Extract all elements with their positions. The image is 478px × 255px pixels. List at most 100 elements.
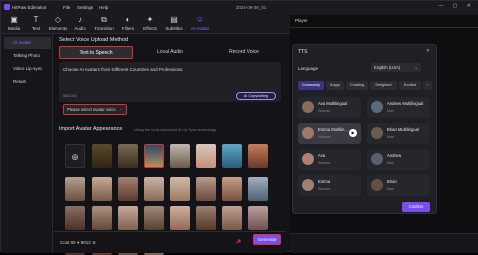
window-controls[interactable]: — ▢ ✕ bbox=[438, 3, 475, 9]
tool-media[interactable]: ▣ Media bbox=[3, 15, 25, 31]
tool-filters[interactable]: ◐ Filters bbox=[117, 15, 139, 31]
emotion-angry[interactable]: Angry bbox=[326, 81, 344, 90]
voice-option-emma-multilingual[interactable]: Emma Multilin... Woman ▶ bbox=[298, 123, 361, 144]
tab-record-voice[interactable]: Record Voice bbox=[207, 46, 281, 59]
import-subtitle: Using the most advanced AI Lip Sync tech… bbox=[134, 128, 217, 132]
tool-effects[interactable]: ✦ Effects bbox=[139, 15, 161, 31]
avatar-row2-2[interactable] bbox=[92, 177, 112, 201]
avatar-cartoon-girl[interactable] bbox=[248, 144, 268, 168]
voice-gender: Man bbox=[387, 187, 394, 191]
avatar-row3-4[interactable] bbox=[144, 206, 164, 230]
voice-method-tabs: Text to Speech Local Audio Record Voice bbox=[59, 46, 281, 59]
avatar-shakespeare[interactable] bbox=[118, 144, 138, 168]
voice-option-emma[interactable]: Emma Woman bbox=[298, 175, 361, 196]
voice-avatar bbox=[302, 179, 314, 191]
upload-avatar-button[interactable]: ⊕ bbox=[65, 144, 85, 168]
avatar-pearl-earring[interactable] bbox=[144, 144, 164, 168]
speech-text-input[interactable]: Choose AI Avatars from Different Countri… bbox=[59, 62, 281, 102]
emotion-excited[interactable]: Excited bbox=[399, 81, 421, 90]
voice-avatar bbox=[371, 101, 383, 113]
voice-name: Andrew bbox=[387, 153, 402, 158]
voice-option-brian[interactable]: Brian Man bbox=[367, 175, 430, 196]
cost-label: Cost bbox=[60, 240, 70, 245]
voice-avatar bbox=[371, 179, 383, 191]
avatar-row3-1[interactable] bbox=[65, 206, 85, 230]
credits-value: 9012 bbox=[80, 240, 91, 245]
generate-button[interactable]: Generate bbox=[253, 234, 281, 245]
media-icon: ▣ bbox=[10, 15, 18, 24]
avatar-row2-1[interactable] bbox=[65, 177, 85, 201]
sidebar-item-result[interactable]: Result bbox=[4, 76, 51, 88]
language-value: English (USA) bbox=[374, 65, 401, 70]
tool-ai-avatar[interactable]: ☺ AI Avatar bbox=[187, 15, 213, 31]
menu-file[interactable]: File bbox=[63, 5, 70, 10]
app-window: HitPaw Edimakor File Settings Help 2024-… bbox=[0, 0, 478, 255]
ai-avatar-icon: ☺ bbox=[195, 15, 205, 24]
voice-option-ava-multilingual[interactable]: Ava Multilingual Woman bbox=[298, 97, 361, 118]
tts-dialog: TTS ✕ Language English (USA) ⌄ Commonly … bbox=[292, 44, 437, 214]
tab-local-audio[interactable]: Local Audio bbox=[133, 46, 207, 59]
voice-option-brian-multilingual[interactable]: Brian Multilingual Man bbox=[367, 123, 430, 144]
credits-icon: ● bbox=[76, 240, 80, 245]
voice-gender: Woman bbox=[318, 135, 331, 139]
voice-option-ava[interactable]: Ava Woman bbox=[298, 149, 361, 170]
tool-audio-label: Audio bbox=[74, 26, 86, 31]
voice-option-andrew-multilingual[interactable]: Andrew Multilingual Man bbox=[367, 97, 430, 118]
voice-gender: Woman bbox=[318, 109, 331, 113]
tool-elements-label: Elements bbox=[48, 26, 68, 31]
avatar-voice-select[interactable]: Please select avatar voice ⌄ bbox=[63, 104, 127, 115]
voice-gender: Man bbox=[387, 161, 394, 165]
voice-option-andrew[interactable]: Andrew Man bbox=[367, 149, 430, 170]
tool-elements[interactable]: ◇ Elements bbox=[47, 15, 69, 31]
avatar-row3-6[interactable] bbox=[196, 206, 216, 230]
elements-icon: ◇ bbox=[54, 15, 62, 24]
ai-copywriting-label: AI Copywriting bbox=[243, 94, 269, 98]
emotion-delighted[interactable]: Delighted bbox=[370, 81, 397, 90]
avatar-row3-3[interactable] bbox=[118, 206, 138, 230]
main-panel: Select Voice Upload Method Text to Speec… bbox=[54, 34, 286, 255]
avatar-row3-8[interactable] bbox=[248, 206, 268, 230]
avatar-man[interactable] bbox=[170, 144, 190, 168]
emotion-more-button[interactable]: › bbox=[423, 81, 432, 90]
avatar-cartoon-boy[interactable] bbox=[222, 144, 242, 168]
generate-label: Generate bbox=[257, 237, 277, 242]
tool-audio[interactable]: ♪ Audio bbox=[69, 15, 91, 31]
add-credits-icon[interactable]: ⊕ bbox=[92, 240, 96, 245]
sidebar-item-talking-photo[interactable]: Talking Photo bbox=[4, 50, 51, 62]
tab-text-to-speech[interactable]: Text to Speech bbox=[59, 46, 133, 59]
avatar-row2-4[interactable] bbox=[144, 177, 164, 201]
avatar-row3-7[interactable] bbox=[222, 206, 242, 230]
voice-gender: Woman bbox=[318, 187, 331, 191]
sidebar-item-video-lip-sync[interactable]: Video Lip-sync bbox=[4, 63, 51, 75]
tool-subtitles-label: Subtitles bbox=[165, 26, 183, 31]
menu-settings[interactable]: Settings bbox=[77, 5, 93, 10]
sidebar-item-ai-avatar[interactable]: AI Avatar bbox=[4, 37, 51, 49]
avatar-row3-5[interactable] bbox=[170, 206, 190, 230]
avatar-row2-5[interactable] bbox=[170, 177, 190, 201]
avatar-row3-2[interactable] bbox=[92, 206, 112, 230]
sidebar: AI Avatar Talking Photo Video Lip-sync R… bbox=[1, 34, 53, 253]
ai-copywriting-button[interactable]: AI Copywriting bbox=[236, 92, 276, 100]
avatar-mona-lisa[interactable] bbox=[92, 144, 112, 168]
play-icon[interactable]: ▶ bbox=[349, 129, 357, 137]
emotion-chatting[interactable]: Chatting bbox=[346, 81, 368, 90]
transition-icon: ⧉ bbox=[101, 15, 107, 24]
avatar-row2-3[interactable] bbox=[118, 177, 138, 201]
close-icon[interactable]: ✕ bbox=[426, 48, 430, 54]
confirm-button[interactable]: Confirm bbox=[402, 202, 430, 212]
avatar-woman-1[interactable] bbox=[196, 144, 216, 168]
language-label: Language bbox=[298, 66, 319, 71]
avatar-row2-6[interactable] bbox=[196, 177, 216, 201]
language-select[interactable]: English (USA) ⌄ bbox=[371, 63, 421, 72]
menu-help[interactable]: Help bbox=[99, 5, 108, 10]
tool-text[interactable]: T Text bbox=[25, 15, 47, 31]
import-title: Import Avatar Appearance bbox=[59, 126, 123, 132]
avatar-row2-8[interactable] bbox=[248, 177, 268, 201]
voice-name: Brian Multilingual bbox=[387, 127, 419, 132]
tool-media-label: Media bbox=[7, 26, 21, 31]
avatar-row2-7[interactable] bbox=[222, 177, 242, 201]
tool-subtitles[interactable]: ▤ Subtitles bbox=[163, 15, 185, 31]
tool-transition[interactable]: ⧉ Transition bbox=[93, 15, 115, 31]
upload-icon: ⊕ bbox=[71, 152, 79, 162]
emotion-commonly[interactable]: Commonly bbox=[298, 81, 324, 90]
